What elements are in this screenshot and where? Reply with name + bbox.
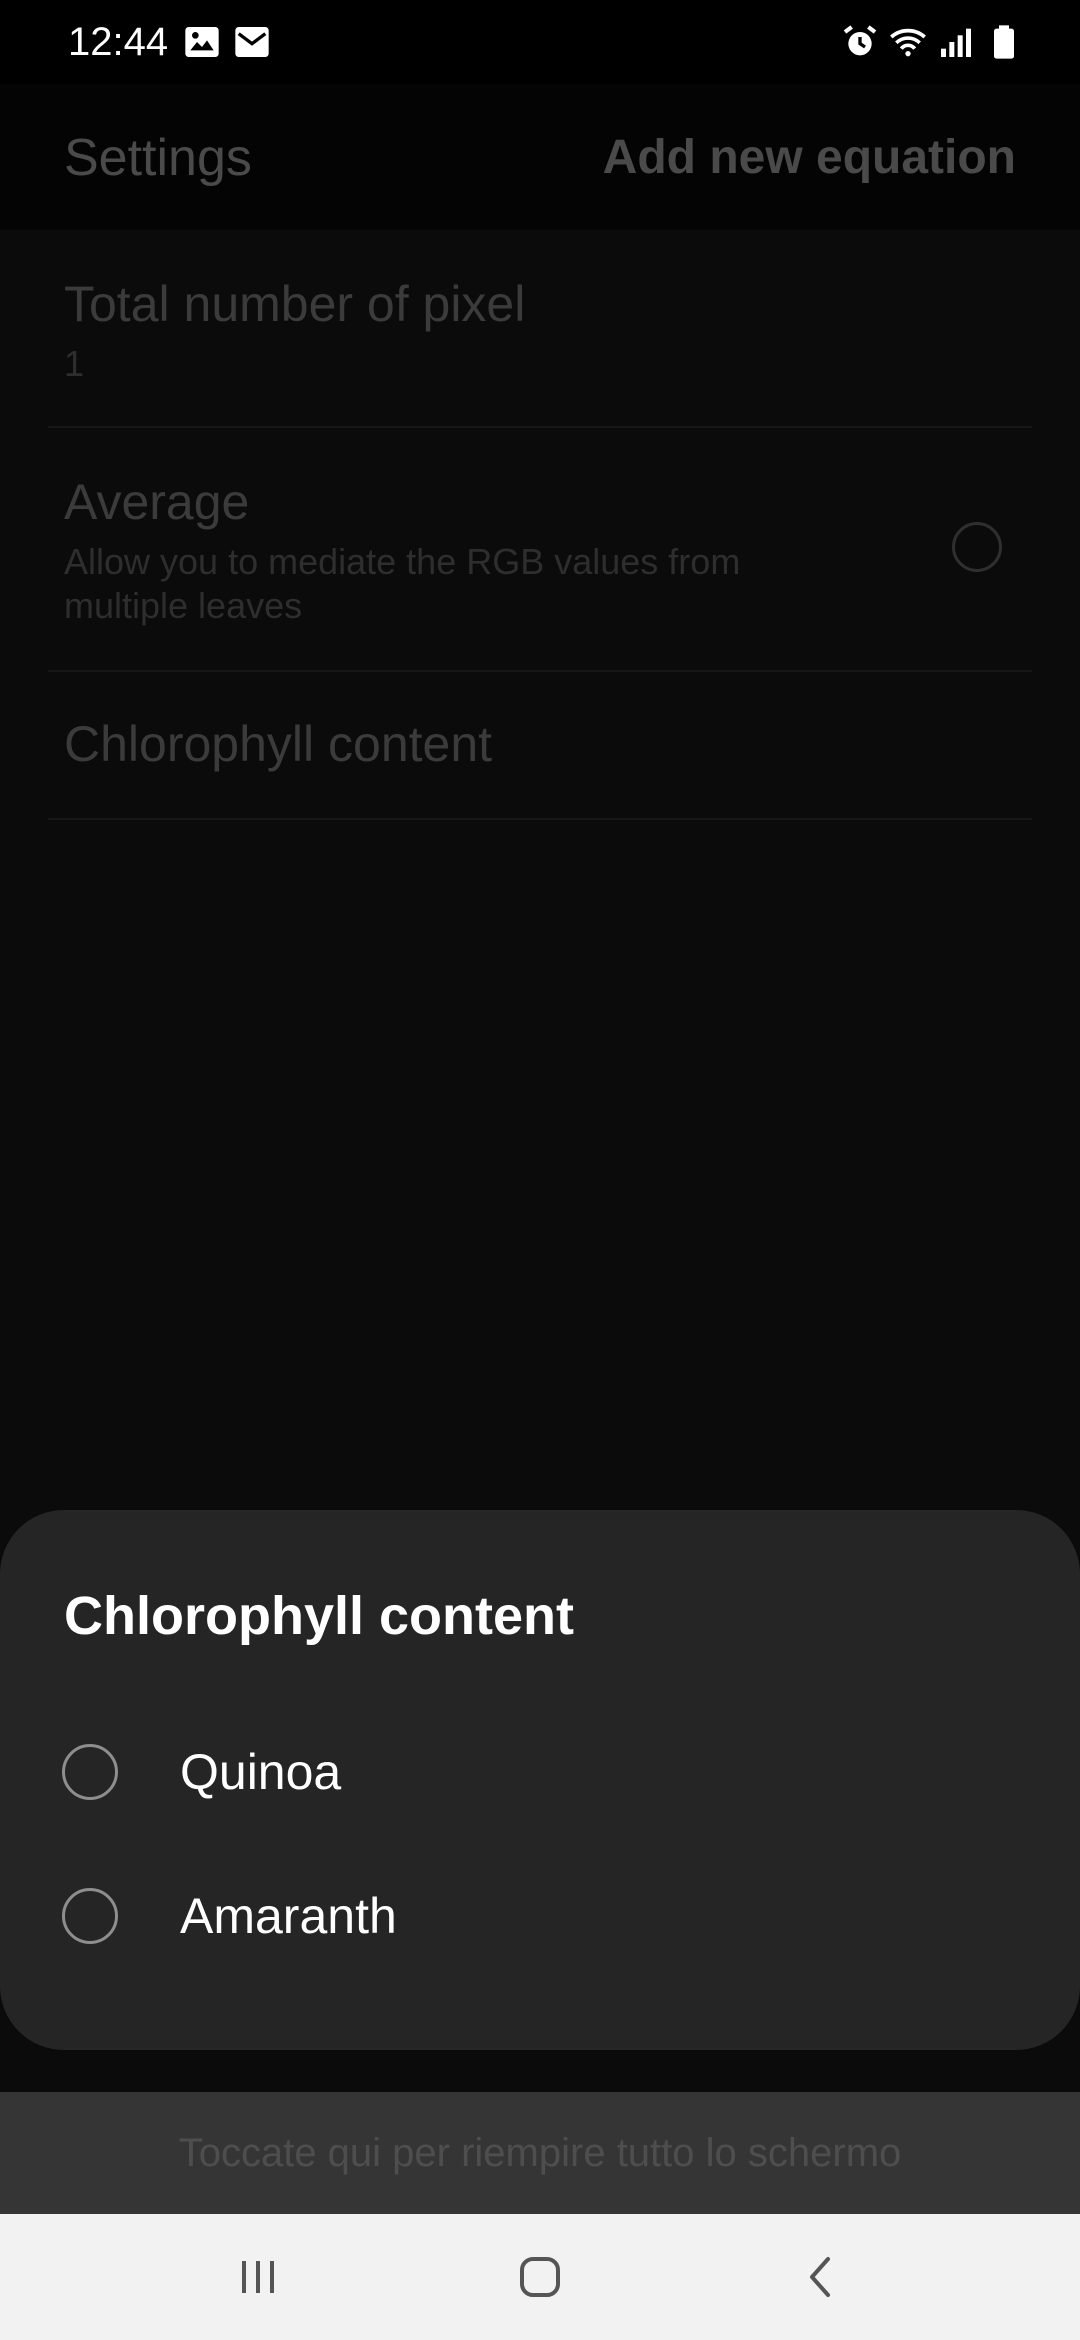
- page-title: Settings: [64, 129, 252, 187]
- setting-summary: 1: [64, 343, 85, 384]
- radio-button[interactable]: [62, 1744, 118, 1800]
- radio-button[interactable]: [62, 1888, 118, 1944]
- back-icon[interactable]: [792, 2247, 852, 2307]
- setting-title: Total number of pixel: [64, 276, 526, 332]
- alarm-icon: [840, 22, 880, 62]
- dialog-title: Chlorophyll content: [64, 1586, 574, 1646]
- option-label: Amaranth: [180, 1888, 397, 1944]
- signal-icon: [936, 22, 976, 62]
- chlorophyll-dialog: Chlorophyll content Quinoa Amaranth: [0, 1510, 1080, 2050]
- setting-total-pixels[interactable]: Total number of pixel 1: [48, 230, 1032, 428]
- option-amaranth[interactable]: Amaranth: [0, 1846, 1080, 1986]
- mail-icon: [232, 22, 272, 62]
- app-bar: Settings Add new equation: [0, 84, 1080, 230]
- setting-summary: Allow you to mediate the RGB values from…: [64, 541, 741, 626]
- setting-chlorophyll-content[interactable]: Chlorophyll content: [48, 672, 1032, 820]
- fullscreen-hint-text: Toccate qui per riempire tutto lo scherm…: [178, 2131, 902, 2175]
- navigation-bar: [0, 2214, 1080, 2340]
- setting-title: Chlorophyll content: [64, 716, 493, 772]
- recent-apps-icon[interactable]: [228, 2247, 288, 2307]
- add-new-equation-button[interactable]: Add new equation: [603, 128, 1016, 188]
- screen: 12:44 Settings Add new equation Total nu…: [0, 0, 1080, 2340]
- battery-icon: [984, 22, 1024, 62]
- wifi-icon: [888, 22, 928, 62]
- setting-title: Average: [64, 474, 250, 530]
- setting-average[interactable]: Average Allow you to mediate the RGB val…: [48, 428, 1032, 672]
- status-time: 12:44: [68, 20, 169, 64]
- option-quinoa[interactable]: Quinoa: [0, 1702, 1080, 1842]
- fullscreen-hint-bar[interactable]: Toccate qui per riempire tutto lo scherm…: [0, 2092, 1080, 2214]
- option-label: Quinoa: [180, 1744, 342, 1800]
- average-toggle[interactable]: [952, 522, 1002, 572]
- home-icon[interactable]: [510, 2247, 570, 2307]
- status-bar: 12:44: [0, 0, 1080, 84]
- image-icon: [182, 22, 222, 62]
